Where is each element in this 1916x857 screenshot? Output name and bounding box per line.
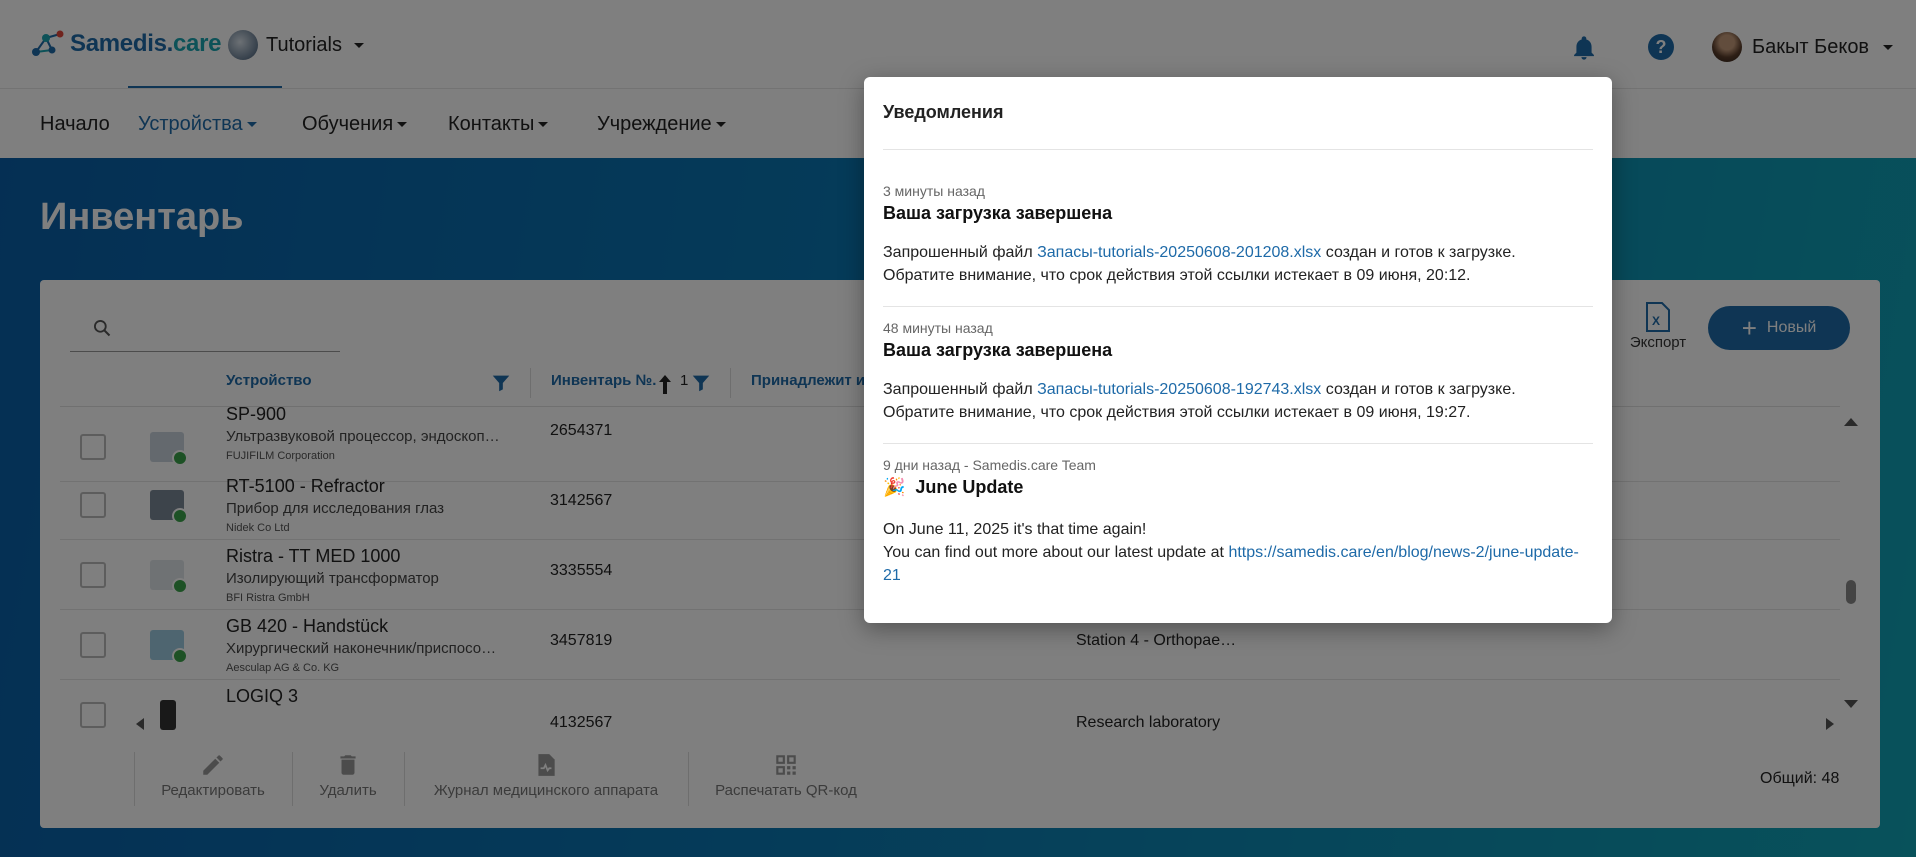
notification-title: 🎉 June Update [883,477,1024,497]
divider [883,149,1593,150]
notification-body: Запрошенный файл Запасы-tutorials-202506… [883,381,1516,421]
download-link[interactable]: Запасы-tutorials-20250608-201208.xlsx [1037,244,1321,261]
notification-time: 48 минуты назад [883,320,993,336]
divider [883,443,1593,444]
divider [883,306,1593,307]
notification-title: Ваша загрузка завершена [883,340,1113,360]
notification-body: Запрошенный файл Запасы-tutorials-202506… [883,244,1516,284]
download-link[interactable]: Запасы-tutorials-20250608-192743.xlsx [1037,381,1321,398]
notification-time: 3 минуты назад [883,183,985,199]
notifications-panel: Уведомления 3 минуты назад Ваша загрузка… [864,77,1612,623]
notifications-title: Уведомления [883,102,1004,122]
notification-time: 9 дни назад - Samedis.care Team [883,457,1096,473]
notification-title: Ваша загрузка завершена [883,203,1113,223]
party-popper-icon: 🎉 [883,477,906,497]
notification-body: On June 11, 2025 it's that time again! Y… [883,521,1579,584]
